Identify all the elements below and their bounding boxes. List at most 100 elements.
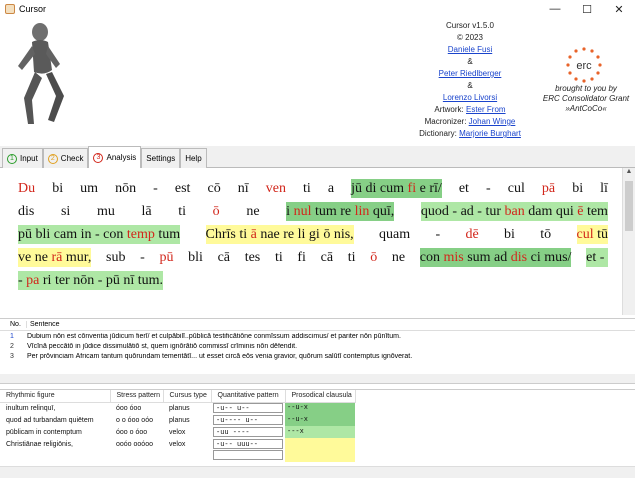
syllable[interactable]: tum re — [311, 202, 354, 221]
syllable[interactable]: fi — [408, 179, 417, 198]
table-row[interactable]: quod ad turbandam quiētem o o óoo oóo plan… — [0, 414, 355, 426]
syllable[interactable]: - — [435, 225, 440, 244]
syllable[interactable]: temp — [127, 225, 155, 244]
syllable[interactable]: ven — [266, 179, 286, 198]
clausula-highlight[interactable]: cul tū — [576, 224, 608, 244]
tab-help[interactable]: Help — [180, 148, 207, 168]
col-header-rhythmic-figure[interactable]: Rhythmic figure — [0, 390, 111, 403]
syllable[interactable]: mu — [97, 202, 115, 221]
table-row[interactable]: pūblicam in contemptum óoo o óoo velox -uu … — [0, 426, 355, 438]
col-header-sentence[interactable]: Sentence — [27, 321, 60, 328]
macronizer-link[interactable]: Johan Winge — [469, 117, 516, 126]
syllable[interactable]: quod - ad - tur — [421, 202, 505, 221]
syllable[interactable]: dis — [18, 202, 34, 221]
syllable[interactable]: tum — [155, 225, 180, 244]
text-vertical-scrollbar[interactable]: ▲ — [622, 168, 635, 315]
syllable[interactable]: Du — [18, 179, 35, 198]
syllable[interactable]: tem — [583, 202, 608, 221]
list-item[interactable]: 2 Vīcīnā peccātō in jūdice dissimulātiō … — [0, 341, 635, 351]
col-header-stress-pattern[interactable]: Stress pattern — [110, 390, 164, 403]
syllable[interactable]: - — [486, 179, 491, 198]
syllable[interactable]: ve ne — [18, 248, 51, 267]
syllable[interactable]: pū — [159, 248, 173, 267]
syllable[interactable]: nōn — [115, 179, 136, 198]
author-link-riedlberger[interactable]: Peter Riedlberger — [439, 69, 502, 78]
syllable[interactable]: - — [153, 179, 158, 198]
syllable[interactable]: ō — [213, 202, 220, 221]
scroll-thumb[interactable] — [625, 181, 633, 231]
table-row[interactable] — [0, 450, 355, 462]
syllable[interactable]: a — [328, 179, 334, 198]
syllable[interactable]: sub — [106, 248, 125, 267]
author-link-fusi[interactable]: Daniele Fusi — [448, 45, 492, 54]
scroll-up-arrow-icon[interactable]: ▲ — [623, 168, 635, 181]
table-row[interactable]: inultum relinquī, óoo óoo planus -u-- u-- --… — [0, 402, 355, 414]
syllable[interactable]: dē — [465, 225, 478, 244]
syllable[interactable]: lī — [600, 179, 608, 198]
clausula-highlight[interactable]: et - — [586, 247, 608, 267]
clausula-highlight[interactable]: Chrīs ti ā nae re li gi ō nis, — [205, 224, 354, 244]
syllable[interactable]: ti — [348, 248, 356, 267]
close-button[interactable]: ✕ — [603, 0, 635, 18]
syllable[interactable]: jū di cum — [351, 179, 407, 198]
syllable[interactable]: ne — [392, 248, 405, 267]
col-header-no[interactable]: No. — [0, 321, 27, 328]
syllable[interactable]: quī, — [369, 202, 394, 221]
clausula-highlight[interactable]: pū bli cam in - con temp tum — [18, 224, 181, 244]
scanned-text-view[interactable]: Du bi um nōn - est cō nī ven ti a jū di cum fi e rī… — [0, 168, 622, 315]
syllable[interactable]: nae re li gi ō nis, — [257, 225, 353, 244]
clausula-highlight[interactable]: con mis sum ad dis ci mus/ — [419, 247, 572, 267]
syllable[interactable]: - — [140, 248, 145, 267]
syllable[interactable]: lin — [355, 202, 370, 221]
syllable[interactable]: cul — [577, 225, 594, 244]
syllable[interactable]: tū — [594, 225, 608, 244]
clausula-highlight[interactable]: - pa ri ter nōn - pū nī tum. — [18, 270, 164, 290]
syllable[interactable]: bi — [504, 225, 515, 244]
syllable[interactable]: Chrīs ti — [206, 225, 251, 244]
syllable[interactable]: ne — [246, 202, 259, 221]
syllable[interactable]: cā — [218, 248, 230, 267]
syllable[interactable]: tō — [540, 225, 551, 244]
table-row[interactable]: Christiānae religiōnis, ooóo ooóoo velox -u… — [0, 438, 355, 450]
dictionary-link[interactable]: Marjorie Burghart — [459, 129, 521, 138]
syllable[interactable]: ti — [303, 179, 311, 198]
syllable[interactable]: cul — [508, 179, 525, 198]
minimize-button[interactable]: — — [539, 0, 571, 18]
syllable[interactable]: cā — [321, 248, 333, 267]
syllable[interactable]: fi — [297, 248, 306, 267]
clausula-highlight[interactable]: quod - ad - tur ban dam qui ē tem — [420, 201, 608, 221]
tab-settings[interactable]: Settings — [141, 148, 181, 168]
syllable[interactable]: lā — [142, 202, 152, 221]
syllable[interactable]: ti — [275, 248, 283, 267]
syllable[interactable]: e rī/ — [416, 179, 442, 198]
maximize-button[interactable]: ☐ — [571, 0, 603, 18]
col-header-prosodical-clausula[interactable]: Prosodical clausula — [285, 390, 356, 403]
tab-check[interactable]: 2 Check — [42, 148, 89, 168]
syllable[interactable]: dam qui — [525, 202, 578, 221]
syllable[interactable]: et - — [586, 248, 608, 267]
syllable[interactable]: nul — [294, 202, 312, 221]
syllable[interactable]: bli — [188, 248, 203, 267]
author-link-livorsi[interactable]: Lorenzo Livorsi — [443, 93, 497, 102]
col-header-quantitative-pattern[interactable]: Quantitative pattern — [211, 390, 286, 403]
list-item[interactable]: 3 Per prōvinciam Āfricam tantum quōrunda… — [0, 351, 635, 361]
syllable[interactable]: pa — [26, 271, 39, 290]
tab-input[interactable]: 1 Input — [2, 148, 43, 168]
syllable[interactable]: quam — [379, 225, 410, 244]
syllable[interactable]: bi — [52, 179, 63, 198]
syllable[interactable]: mur, — [62, 248, 92, 267]
syllable[interactable]: um — [80, 179, 98, 198]
syllable[interactable]: ti — [178, 202, 186, 221]
syllable[interactable]: pā — [542, 179, 555, 198]
sentences-horizontal-scrollbar[interactable] — [0, 374, 635, 383]
syllable[interactable]: con — [420, 248, 444, 267]
syllable[interactable]: nī — [238, 179, 249, 198]
syllable[interactable]: mis — [443, 248, 463, 267]
col-header-cursus-type[interactable]: Cursus type — [163, 390, 212, 403]
syllable[interactable]: sum ad — [464, 248, 511, 267]
syllable[interactable]: est — [175, 179, 191, 198]
syllable[interactable]: ri ter nōn - pū nī tum. — [39, 271, 163, 290]
list-item[interactable]: 1 Dubium nōn est cōnventia jūdicum fierī… — [0, 331, 635, 341]
syllable[interactable]: ban — [505, 202, 525, 221]
syllable[interactable]: bi — [572, 179, 583, 198]
